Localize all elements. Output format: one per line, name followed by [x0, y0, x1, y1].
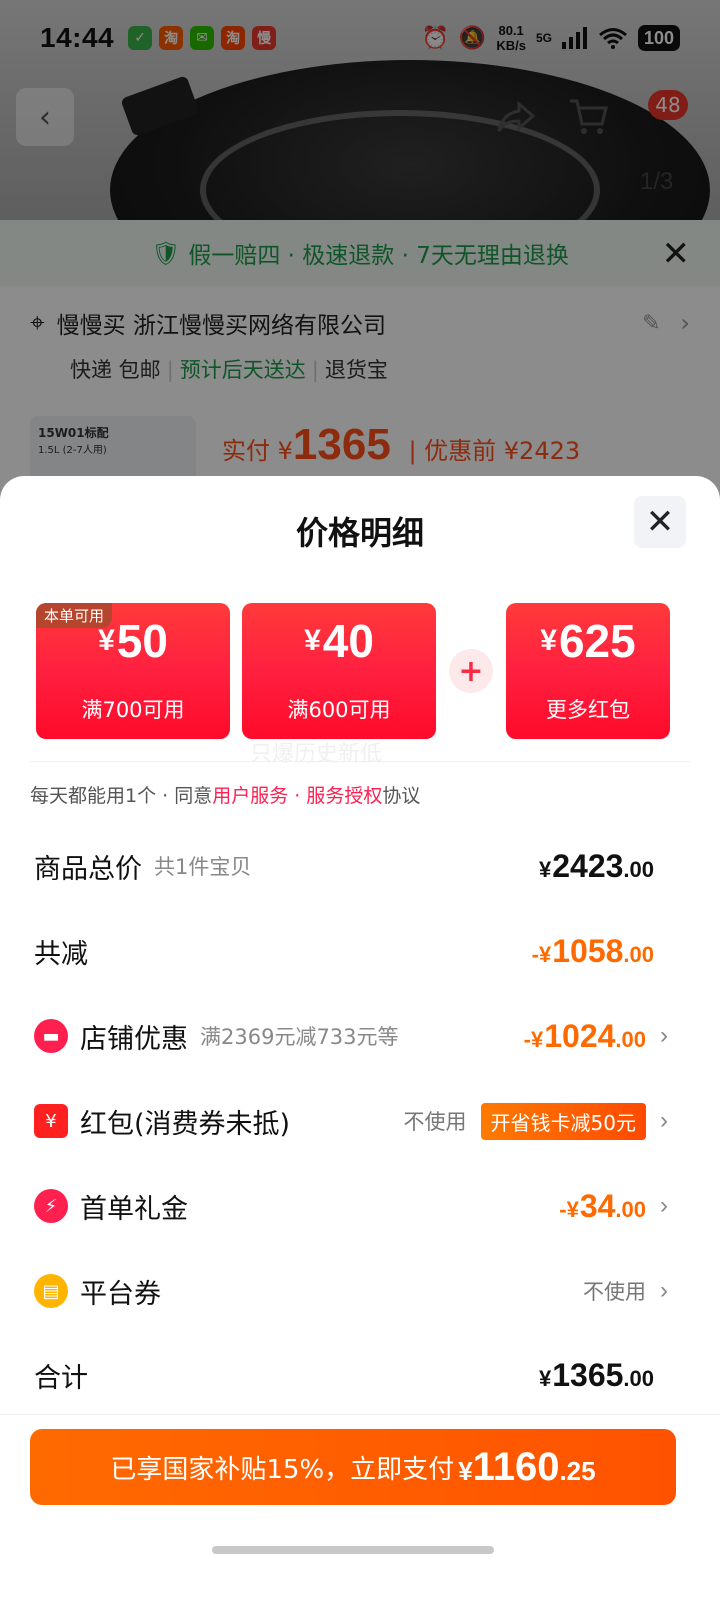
coupon-condition: 满600可用: [287, 698, 391, 722]
coupon-card-1[interactable]: 本单可用 ¥50 满700可用: [36, 603, 230, 739]
chevron-right-icon: ›: [660, 1277, 668, 1304]
coupon-condition: 满700可用: [81, 698, 185, 722]
chevron-right-icon: ›: [660, 1192, 668, 1219]
amount-cents: .00: [623, 856, 654, 882]
coupon-currency: ¥: [98, 624, 115, 657]
row-label: 共减: [34, 938, 88, 970]
savings-card-promo[interactable]: 开省钱卡减50元: [480, 1102, 646, 1140]
row-redpacket[interactable]: ¥ 红包(消费券未抵) 不使用 开省钱卡减50元 ›: [34, 1091, 668, 1151]
row-amount: -¥34.00: [559, 1188, 646, 1225]
amount-cents: .00: [615, 1026, 646, 1052]
unused-label: 不使用: [583, 1280, 646, 1304]
amount-integer: 2423: [552, 847, 624, 884]
footer-divider: [0, 1414, 720, 1415]
amount-cents: .25: [559, 1455, 596, 1486]
agreement-text: 每天都能用1个 · 同意用户服务 · 服务授权协议: [30, 781, 420, 808]
amount-integer: 1160: [472, 1444, 560, 1489]
chevron-right-icon: ›: [660, 1022, 668, 1049]
row-sum: 合计 ¥1365.00: [34, 1345, 654, 1405]
lightning-icon: ⚡: [34, 1189, 68, 1223]
row-amount: -¥1024.00: [524, 1018, 646, 1055]
amount-integer: 1058: [552, 932, 624, 969]
coupon-amount: 40: [322, 615, 374, 667]
pay-button-text: 已享国家补贴15%，立即支付: [110, 1454, 455, 1485]
home-indicator[interactable]: [212, 1546, 494, 1554]
amount-cents: .00: [623, 941, 654, 967]
row-total-discount: 共减 -¥1058.00: [34, 921, 654, 981]
row-sub: 共1件宝贝: [154, 855, 252, 879]
row-label: 平台券: [80, 1278, 161, 1310]
row-amount: ¥1365.00: [539, 1357, 654, 1394]
divider: [30, 761, 690, 762]
amount-currency: -¥: [523, 1026, 544, 1052]
coupon-condition: 更多红包: [546, 698, 630, 722]
service-authorization-link[interactable]: 服务授权: [306, 785, 382, 807]
coupon-currency: ¥: [540, 624, 557, 657]
agreement-separator: ·: [288, 785, 307, 807]
amount-currency: ¥: [538, 856, 552, 882]
amount-cents: .00: [623, 1365, 654, 1391]
row-label: 首单礼金: [80, 1193, 188, 1225]
redpacket-icon: ¥: [34, 1104, 68, 1138]
coupon-currency: ¥: [304, 624, 321, 657]
amount-currency: ¥: [538, 1365, 552, 1391]
sheet-close-button[interactable]: ✕: [634, 496, 686, 548]
more-redpacket-card[interactable]: ¥625 更多红包: [506, 603, 670, 739]
row-label: 合计: [34, 1362, 88, 1394]
unused-label: 不使用: [403, 1110, 467, 1134]
agreement-prefix: 每天都能用1个 · 同意: [30, 785, 213, 807]
user-service-link[interactable]: 用户服务: [212, 785, 288, 807]
price-detail-sheet: 价格明细 ✕ 本单可用 ¥50 满700可用 ¥40 满600可用 + ¥625…: [0, 476, 720, 1600]
plus-icon: +: [449, 649, 493, 693]
row-label: 商品总价: [34, 853, 142, 885]
row-first-order[interactable]: ⚡ 首单礼金 -¥34.00 ›: [34, 1176, 668, 1236]
pay-button-amount: ¥1160.25: [458, 1445, 595, 1490]
amount-currency: -¥: [531, 941, 552, 967]
shop-icon: ▬: [34, 1019, 68, 1053]
amount-integer: 34: [579, 1187, 616, 1224]
pay-now-button[interactable]: 已享国家补贴15%，立即支付 ¥1160.25: [30, 1429, 676, 1505]
sheet-title: 价格明细: [295, 514, 424, 552]
amount-integer: 1024: [544, 1017, 616, 1054]
row-amount: ¥2423.00: [539, 848, 654, 885]
amount-integer: 1365: [552, 1356, 624, 1393]
row-shop-discount[interactable]: ▬ 店铺优惠 满2369元减733元等 -¥1024.00 ›: [34, 1006, 668, 1066]
coupon-amount: 50: [116, 615, 168, 667]
coupon-card-2[interactable]: ¥40 满600可用: [242, 603, 436, 739]
agreement-suffix: 协议: [382, 785, 421, 807]
watermark-text: 只爆历史新低: [250, 742, 383, 767]
row-amount: -¥1058.00: [532, 933, 654, 970]
amount-cents: .00: [615, 1196, 646, 1222]
row-total-price: 商品总价 共1件宝贝 ¥2423.00: [34, 836, 654, 896]
amount-currency: ¥: [458, 1455, 473, 1486]
coupon-tag: 本单可用: [36, 603, 113, 628]
coupon-amount: 625: [558, 615, 636, 667]
row-sub: 满2369元减733元等: [200, 1025, 399, 1049]
row-platform-coupon[interactable]: ▤ 平台券 不使用 ›: [34, 1261, 668, 1321]
amount-currency: -¥: [559, 1196, 579, 1222]
ticket-icon: ▤: [34, 1274, 68, 1308]
row-label: 红包(消费券未抵): [80, 1108, 291, 1140]
row-label: 店铺优惠: [80, 1023, 188, 1055]
chevron-right-icon: ›: [660, 1107, 668, 1134]
close-icon: ✕: [645, 502, 675, 542]
